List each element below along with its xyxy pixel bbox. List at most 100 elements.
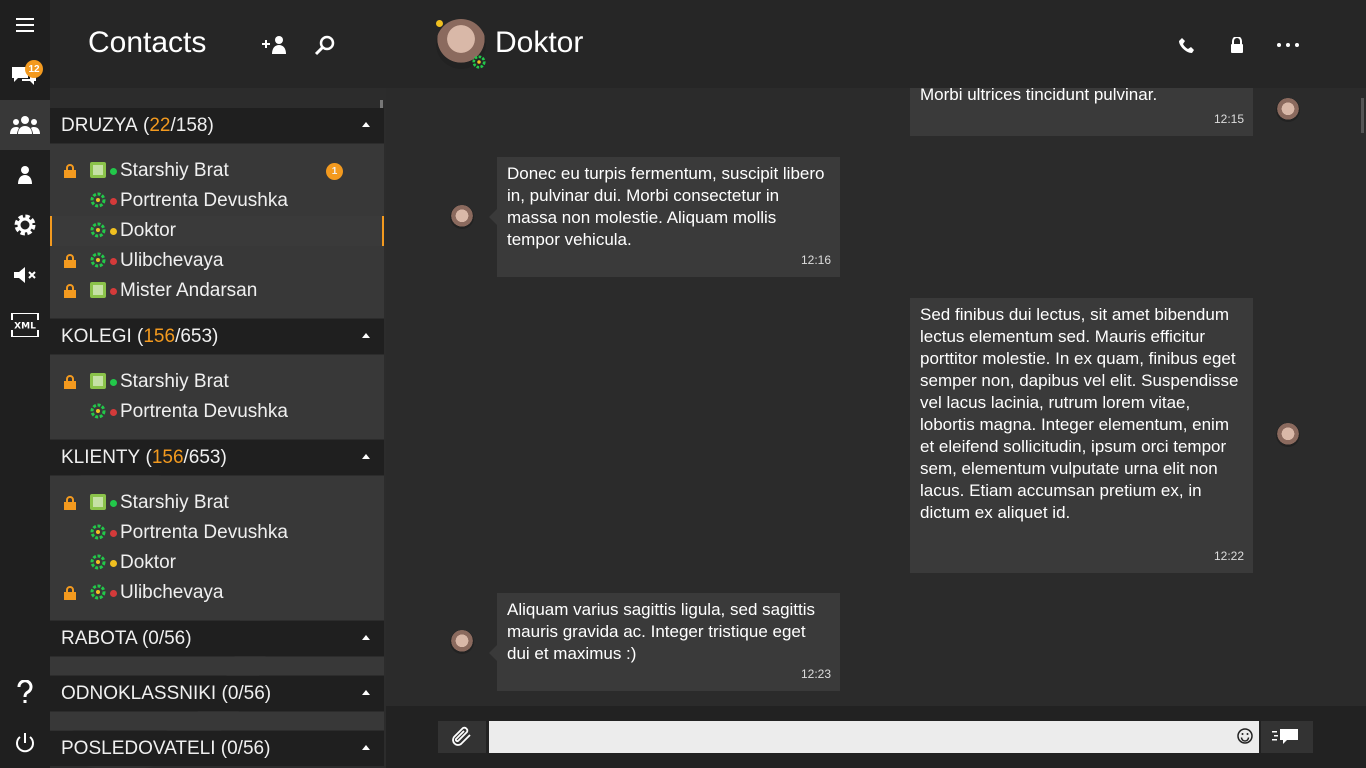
contact-item[interactable]: Starshiy Brat bbox=[50, 488, 384, 518]
chats-badge: 12 bbox=[25, 60, 43, 78]
composer bbox=[386, 706, 1366, 768]
add-contact-button[interactable] bbox=[260, 30, 290, 60]
contacts-title: Contacts bbox=[88, 26, 207, 59]
send-button[interactable] bbox=[1261, 721, 1313, 753]
contact-name: Mister Andarsan bbox=[120, 280, 258, 301]
call-button[interactable] bbox=[1172, 30, 1202, 60]
contact-item[interactable]: Mister Andarsan bbox=[50, 276, 384, 306]
status-dot bbox=[110, 379, 117, 386]
contact-name: Starshiy Brat bbox=[120, 160, 229, 181]
collapse-caret-icon[interactable] bbox=[362, 122, 370, 127]
emoji-icon[interactable] bbox=[1237, 728, 1253, 744]
message-outgoing[interactable]: Sed finibus dui lectus, sit amet bibendu… bbox=[910, 298, 1253, 573]
message-outgoing[interactable]: Morbi ultrices tincidunt pulvinar. 12:15 bbox=[910, 88, 1253, 136]
mute-button[interactable] bbox=[0, 250, 50, 300]
mute-icon bbox=[14, 267, 36, 283]
contact-item[interactable]: Doktor bbox=[50, 548, 384, 578]
send-icon bbox=[1272, 729, 1298, 744]
vk-icon bbox=[90, 282, 106, 298]
message-incoming[interactable]: Aliquam varius sagittis ligula, sed sagi… bbox=[489, 593, 840, 691]
lock-icon bbox=[64, 254, 76, 268]
message-time: 12:15 bbox=[1213, 112, 1244, 126]
encryption-button[interactable] bbox=[1222, 30, 1252, 60]
contact-item[interactable]: Portrenta Devushka bbox=[50, 186, 384, 216]
status-dot bbox=[110, 258, 117, 265]
contact-item[interactable]: Portrenta Devushka bbox=[50, 397, 384, 427]
message-text: Morbi ultrices tincidunt pulvinar. bbox=[920, 88, 1158, 104]
group-header-druzya[interactable]: DRUZYA (22/158) bbox=[50, 108, 384, 143]
more-button[interactable] bbox=[1273, 30, 1303, 60]
message-incoming[interactable]: Donec eu turpis fermentum, suscipit libe… bbox=[489, 157, 840, 277]
group-header-klienty[interactable]: KLIENTY (156/653) bbox=[50, 440, 384, 475]
lock-icon bbox=[1231, 37, 1243, 53]
settings-button[interactable] bbox=[0, 200, 50, 250]
contacts-panel: Contacts DRUZYA (22/158) Starshiy Brat 1… bbox=[50, 0, 386, 768]
xml-button[interactable]: XML bbox=[0, 300, 50, 350]
contact-item-selected[interactable]: Doktor bbox=[50, 216, 384, 246]
collapse-caret-icon[interactable] bbox=[362, 454, 370, 459]
group-body-kolegi: Starshiy Brat Portrenta Devushka bbox=[50, 355, 384, 439]
search-icon bbox=[314, 35, 335, 56]
my-avatar bbox=[1276, 98, 1300, 122]
attach-button[interactable] bbox=[438, 721, 486, 753]
search-button[interactable] bbox=[310, 30, 340, 60]
menu-button[interactable] bbox=[0, 0, 50, 50]
chat-scrollbar[interactable] bbox=[1361, 98, 1364, 133]
contact-name: Portrenta Devushka bbox=[120, 401, 288, 422]
contacts-button[interactable] bbox=[0, 100, 50, 150]
lock-icon bbox=[64, 164, 76, 178]
status-dot bbox=[110, 168, 117, 175]
contact-name: Ulibchevaya bbox=[120, 250, 224, 271]
contact-item[interactable]: Ulibchevaya bbox=[50, 578, 384, 608]
help-button[interactable] bbox=[0, 668, 50, 718]
contact-avatar-small bbox=[450, 205, 474, 229]
status-dot bbox=[110, 228, 117, 235]
more-icon bbox=[1277, 43, 1299, 47]
icq-flower-icon bbox=[90, 252, 106, 268]
lock-icon bbox=[64, 375, 76, 389]
collapse-caret-icon[interactable] bbox=[362, 635, 370, 640]
contact-item[interactable]: Starshiy Brat bbox=[50, 367, 384, 397]
status-dot bbox=[110, 198, 117, 205]
lock-icon bbox=[64, 586, 76, 600]
collapse-caret-icon[interactable] bbox=[362, 745, 370, 750]
add-contact-icon bbox=[262, 36, 286, 54]
power-button[interactable] bbox=[0, 718, 50, 768]
profile-icon bbox=[18, 166, 32, 184]
group-name: RABOTA (0/56) bbox=[61, 627, 192, 649]
group-total-count: /653) bbox=[183, 446, 227, 468]
contacts-icon bbox=[10, 116, 40, 134]
collapse-caret-icon[interactable] bbox=[362, 690, 370, 695]
power-icon bbox=[16, 733, 34, 753]
chats-button[interactable]: 12 bbox=[0, 50, 50, 100]
group-header-rabota[interactable]: RABOTA (0/56) bbox=[50, 621, 384, 656]
message-list[interactable]: Morbi ultrices tincidunt pulvinar. 12:15… bbox=[386, 88, 1366, 706]
message-time: 12:22 bbox=[1213, 549, 1244, 563]
status-dot bbox=[436, 20, 443, 27]
icq-flower-icon bbox=[472, 55, 486, 69]
status-dot bbox=[110, 530, 117, 537]
contact-item[interactable]: Portrenta Devushka bbox=[50, 518, 384, 548]
contact-name: Starshiy Brat bbox=[120, 371, 229, 392]
collapse-caret-icon[interactable] bbox=[362, 333, 370, 338]
lock-icon bbox=[64, 284, 76, 298]
status-dot bbox=[110, 500, 117, 507]
icq-flower-icon bbox=[90, 554, 106, 570]
profile-button[interactable] bbox=[0, 150, 50, 200]
contact-item[interactable]: Starshiy Brat 1 bbox=[50, 156, 384, 186]
group-name: ODNOKLASSNIKI (0/56) bbox=[61, 682, 272, 704]
message-input[interactable] bbox=[489, 721, 1259, 753]
group-header-posledovateli[interactable]: POSLEDOVATELI (0/56) bbox=[50, 731, 384, 766]
group-header-kolegi[interactable]: KOLEGI (156/653) bbox=[50, 319, 384, 354]
status-dot bbox=[110, 409, 117, 416]
group-name: KOLEGI bbox=[61, 325, 132, 347]
group-body-rabota bbox=[50, 657, 384, 675]
contact-name: Ulibchevaya bbox=[120, 582, 224, 603]
icq-flower-icon bbox=[90, 192, 106, 208]
icq-flower-icon bbox=[90, 524, 106, 540]
icq-flower-icon bbox=[90, 403, 106, 419]
group-header-odnoklassniki[interactable]: ODNOKLASSNIKI (0/56) bbox=[50, 676, 384, 711]
contact-item[interactable]: Ulibchevaya bbox=[50, 246, 384, 276]
group-online-count: 156 bbox=[143, 325, 176, 347]
group-total-count: /653) bbox=[175, 325, 219, 347]
